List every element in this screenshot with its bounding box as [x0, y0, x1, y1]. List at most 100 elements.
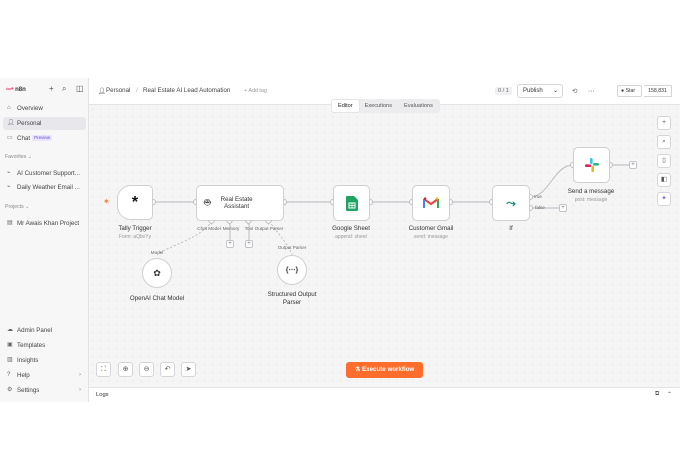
node-openai-chat-model[interactable]: ✿ — [142, 258, 172, 288]
add-icon[interactable]: + — [49, 84, 54, 93]
port-label-tool: Tool — [244, 226, 254, 231]
node-subtitle: send: message — [414, 234, 448, 240]
braces-icon: {⋯} — [285, 267, 299, 274]
sidebar-item-personal[interactable]: 👤︎ Personal — [3, 117, 86, 130]
breadcrumb-project[interactable]: Personal — [106, 87, 130, 94]
port-label-true: true — [534, 194, 542, 199]
projects-header[interactable]: Projects ⌄ — [5, 204, 30, 210]
search-icon[interactable]: ⌕ — [62, 84, 66, 94]
node-send-a-message[interactable] — [573, 147, 610, 183]
sidebar-item-templates[interactable]: ▣ Templates — [3, 339, 86, 352]
add-false-branch-button[interactable]: + — [559, 204, 567, 212]
n8n-logo-mark: ∞• — [6, 86, 14, 93]
sidebar-item-insights[interactable]: ▥ Insights — [3, 354, 86, 367]
node-title: Customer Gmail — [408, 225, 454, 232]
sidebar-item-admin-panel[interactable]: ☁ Admin Panel — [3, 324, 86, 337]
chevron-right-icon: › — [79, 387, 81, 393]
node-if[interactable]: ⤳ — [492, 185, 530, 221]
sidebar-item-settings[interactable]: ⚙ Settings › — [3, 384, 86, 397]
view-tabs: Editor Executions Evaluations — [331, 99, 440, 113]
github-icon: ● — [621, 88, 625, 94]
logs-label: Logs — [96, 392, 109, 398]
favorites-header[interactable]: Favorites ⌄ — [5, 154, 32, 160]
favorite-label: Daily Weather Email ... — [17, 184, 80, 191]
pointer-icon[interactable]: ➤ — [181, 362, 196, 377]
workflow-name[interactable]: Real Estate AI Lead Automation — [143, 87, 230, 94]
node-customer-gmail[interactable] — [412, 185, 450, 221]
ai-assistant-icon[interactable]: ✦ — [657, 192, 671, 206]
execute-workflow-button[interactable]: ⚗ Execute workflow — [346, 362, 423, 378]
branch-icon: ⤳ — [506, 195, 516, 210]
collapse-sidebar-icon[interactable]: ◫ — [76, 84, 84, 93]
add-tool-button[interactable]: + — [245, 240, 253, 248]
robot-icon: 🤖︎ — [204, 196, 211, 209]
sidebar-item-label: Templates — [17, 342, 46, 349]
node-title: Google Sheet — [332, 225, 370, 232]
tab-executions[interactable]: Executions — [359, 100, 398, 112]
github-star-button[interactable]: ● Star — [617, 85, 642, 97]
tab-evaluations[interactable]: Evaluations — [398, 100, 439, 112]
sidebar-item-label: Settings — [17, 387, 40, 394]
more-options-icon[interactable]: ⋯ — [588, 87, 595, 95]
google-sheets-icon — [345, 195, 358, 211]
node-structured-output-parser[interactable]: {⋯} — [277, 255, 307, 285]
preview-badge: Preview — [32, 135, 53, 142]
node-real-estate-assistant[interactable]: 🤖︎ Real Estate Assistant — [196, 185, 284, 221]
zoom-in-icon[interactable]: ⊕ — [118, 362, 133, 377]
port-label-output-parser-link: Output Parser — [277, 245, 307, 250]
chevron-down-icon: ⌄ — [25, 204, 30, 210]
breadcrumb-separator: / — [136, 87, 138, 94]
cloud-icon: ☁ — [7, 327, 13, 333]
port-label-model: Model — [150, 250, 164, 255]
sidebar-item-help[interactable]: ? Help › — [3, 369, 86, 382]
sidebar-item-overview[interactable]: ⌂ Overview — [3, 102, 86, 115]
node-title: If — [509, 225, 513, 232]
panel-icon[interactable]: ◧ — [657, 173, 671, 187]
favorite-item[interactable]: ⌁ Daily Weather Email ... — [3, 181, 86, 194]
sidebar-item-label: Insights — [17, 357, 39, 364]
chevron-up-icon[interactable]: ⌃ — [667, 391, 672, 398]
help-icon: ? — [7, 372, 11, 378]
execute-label: Execute workflow — [362, 366, 415, 373]
search-nodes-icon[interactable]: ⌕ — [657, 135, 671, 149]
sticky-note-icon[interactable]: ▯ — [657, 154, 671, 168]
publish-button[interactable]: Publish ⌄ — [517, 84, 563, 98]
sidebar-item-label: Overview — [17, 105, 43, 112]
logo-row: ∞• n8n + ⌕ ◫ — [4, 84, 88, 98]
zoom-out-icon[interactable]: ⊖ — [139, 362, 154, 377]
chart-icon: ▥ — [7, 357, 13, 363]
tab-editor[interactable]: Editor — [332, 100, 359, 112]
port-label-output-parser: Output Parser — [254, 226, 284, 231]
publish-label: Publish — [523, 88, 543, 94]
port-label-memory: Memory — [222, 226, 240, 231]
openai-icon: ✿ — [153, 267, 161, 278]
add-memory-button[interactable]: + — [226, 240, 234, 248]
favorite-item[interactable]: ⌁ AI Customer Support... — [3, 167, 86, 180]
n8n-logo[interactable]: ∞• n8n — [6, 86, 26, 93]
project-item[interactable]: ▤ Mr Awais Khan Project — [3, 217, 86, 230]
user-icon: 👤︎ — [7, 120, 15, 126]
logs-bar[interactable]: Logs ⧉ ⌃ — [89, 387, 680, 402]
node-title: Send a message — [567, 188, 615, 195]
sidebar-item-chat[interactable]: ▭ Chat Preview — [3, 132, 86, 145]
history-icon[interactable]: ⟲ — [572, 87, 577, 95]
workflow-canvas[interactable]: Editor Executions Evaluations ✶ * Tally … — [89, 99, 680, 387]
projects-label: Projects — [5, 204, 24, 210]
slack-icon — [584, 158, 599, 172]
add-node-icon[interactable]: + — [657, 116, 671, 130]
popout-icon[interactable]: ⧉ — [655, 391, 659, 398]
favorite-label: AI Customer Support... — [17, 170, 80, 177]
sidebar: ∞• n8n + ⌕ ◫ ⌂ Overview 👤︎ Personal ▭ Chat P… — [0, 78, 89, 402]
node-tally-trigger[interactable]: * — [117, 185, 153, 220]
port-label-false: false — [535, 205, 545, 210]
node-title: Real Estate Assistant — [220, 196, 253, 210]
add-tag-link[interactable]: + Add tag — [244, 88, 267, 94]
chevron-down-icon: ⌄ — [27, 154, 33, 160]
node-google-sheet[interactable] — [333, 185, 370, 221]
sidebar-item-label: Personal — [17, 120, 42, 127]
add-next-node-button[interactable]: + — [629, 161, 637, 169]
fit-view-icon[interactable]: ⛶ — [96, 362, 111, 377]
undo-icon[interactable]: ↶ — [160, 362, 175, 377]
workflow-icon: ⌁ — [7, 170, 11, 176]
chevron-right-icon: › — [79, 372, 81, 378]
